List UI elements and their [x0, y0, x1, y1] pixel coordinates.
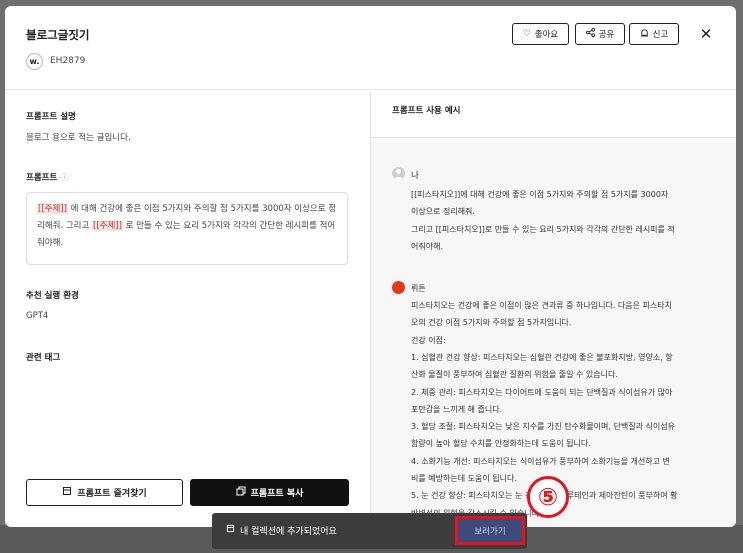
wrtn-logo-icon [392, 281, 405, 294]
prompt-text-box: [[주제]] 에 대해 건강에 좋은 이점 5가지와 주의할 점 5가지를 30… [26, 192, 348, 265]
siren-icon [640, 28, 649, 40]
author-info[interactable]: w. EH2879 [26, 52, 85, 70]
share-icon [585, 28, 595, 40]
message-line: 오의 건강 이점 5가지와 주의할 점 5가지입니다. [411, 318, 572, 328]
variable-tag: [[주제]] [37, 204, 68, 214]
message-line: 피스타치오는 건강에 좋은 이점이 많은 견과류 중 하나입니다. 다음은 피스… [411, 301, 672, 310]
message-line: 어줘야해. [411, 241, 443, 251]
message-line: 건강 이점: [411, 335, 446, 345]
close-icon[interactable]: ✕ [698, 23, 714, 45]
step-marker: ⑤ [527, 476, 569, 518]
user-avatar-icon [392, 167, 405, 180]
message-line: 함량이 높아 혈당 수치를 안정화하는데 도움이 됩니다. [411, 439, 591, 449]
modal-header: 블로그글짓기 w. EH2879 ♡ 좋아요 공유 신고 ✕ [5, 6, 736, 90]
prompt-detail-modal: 블로그글짓기 w. EH2879 ♡ 좋아요 공유 신고 ✕ 프롬프트 설명 블… [5, 6, 736, 527]
variable-tag: [[주제]] [92, 221, 123, 231]
bot-name: 뤼튼 [411, 284, 426, 293]
example-header: 프롬프트 사용 예시 [371, 91, 736, 138]
like-label: 좋아요 [534, 30, 559, 40]
copy-icon [236, 486, 246, 499]
message-line: 4. 소화기능 개선: 피스타치오는 식이섬유가 풍부하여 소화기능을 개선하고… [411, 456, 670, 466]
favorite-label: 프롬프트 즐겨찾기 [77, 489, 147, 499]
copy-label: 프롬프트 복사 [250, 489, 304, 499]
share-button[interactable]: 공유 [575, 23, 625, 45]
heart-icon: ♡ [522, 28, 531, 39]
avatar: w. [26, 52, 43, 70]
description-text: 블로그 용으로 적는 글입니다. [26, 133, 131, 143]
message-line: 그리고 [[피스타치오]]로 만들 수 있는 요리 5가지와 각각의 간단한 레… [411, 224, 675, 234]
message-line: 포만감을 느끼게 해 줍니다. [411, 404, 503, 414]
author-id: EH2879 [50, 56, 86, 66]
favorite-prompt-button[interactable]: 프롬프트 즐겨찾기 [26, 479, 183, 506]
toast-notification: 내 컬렉션에 추가되었어요 보러가기 [212, 513, 527, 549]
copy-prompt-button[interactable]: 프롬프트 복사 [190, 479, 349, 506]
message-line: 2. 체중 관리: 피스타치오는 다이어트에 도움이 되는 단백질과 식이섬유가… [411, 387, 673, 397]
prompt-label: 프롬프트 ⓘ [26, 171, 68, 183]
user-name: 나 [411, 171, 419, 181]
example-chat[interactable]: 나 [[피스타치오]]에 대해 건강에 좋은 이점 5가지와 주의할 점 5가지… [371, 139, 736, 527]
message-line: 3. 혈당 조절: 피스타치오는 낮은 지수를 가진 탄수화물이며, 단백질과 … [411, 422, 675, 432]
description-label: 프롬프트 설명 [26, 112, 76, 122]
report-button[interactable]: 신고 [629, 23, 679, 45]
related-tags-label: 관련 태그 [26, 353, 61, 363]
message-line: 이상으로 정리해줘. [411, 207, 475, 217]
prompt-info-pane: 프롬프트 설명 블로그 용으로 적는 글입니다. 프롬프트 ⓘ [[주제]] 에 … [5, 91, 370, 527]
bookmark-icon [62, 486, 72, 499]
prompt-label-text: 프롬프트 [26, 173, 58, 183]
example-title: 프롬프트 사용 예시 [392, 106, 461, 116]
message-line: [[피스타치오]]에 대해 건강에 좋은 이점 5가지와 주의할 점 5가지를 … [411, 190, 669, 199]
info-icon[interactable]: ⓘ [60, 173, 68, 182]
view-collection-button[interactable]: 보러가기 [455, 516, 525, 545]
toast-message: 내 컬렉션에 추가되었어요 [240, 527, 337, 537]
environment-value: GPT4 [26, 311, 49, 321]
message-line: 산화 물질이 풍부하여 심혈관 질환의 위험을 줄일 수 있습니다. [411, 370, 618, 380]
collection-icon [226, 524, 235, 536]
report-label: 신고 [652, 30, 669, 40]
environment-label: 추천 실행 환경 [26, 291, 79, 301]
message-line: 비를 예방하는데 도움이 됩니다. [411, 474, 517, 483]
share-label: 공유 [598, 30, 615, 40]
like-button[interactable]: ♡ 좋아요 [512, 23, 569, 45]
page-title: 블로그글짓기 [26, 28, 90, 42]
message-line: 1. 심혈관 건강 향상: 피스타치오는 심혈관 건강에 좋은 불포화지방, 영… [411, 352, 673, 362]
